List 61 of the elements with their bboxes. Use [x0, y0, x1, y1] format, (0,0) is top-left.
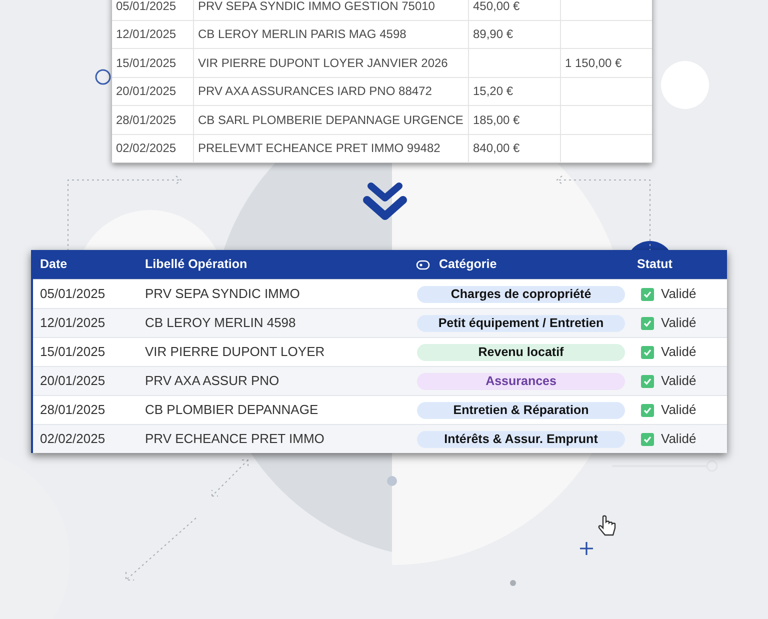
- table-cell: 840,00 €: [468, 134, 560, 162]
- check-icon: [643, 434, 652, 444]
- status-label: Validé: [661, 401, 696, 420]
- table-cell-text: 15/01/2025: [115, 54, 178, 72]
- check-icon: [643, 318, 652, 328]
- table-cell-text: PRV SEPA SYNDIC IMMO: [144, 285, 301, 304]
- category-tag: Intérêts & Assur. Emprunt: [417, 430, 625, 448]
- table-cell-text: CB PLOMBIER DEPANNAGE: [144, 401, 320, 420]
- check-icon: [643, 290, 652, 298]
- table-cell: 1 150,00 €: [560, 49, 652, 76]
- table-cell-text: CB LEROY MERLIN 4598: [144, 314, 297, 332]
- pointer-icon: [597, 515, 617, 537]
- table-cell: CB LEROY MERLIN PARIS MAG 4598: [193, 20, 468, 48]
- column-header: Date: [39, 256, 68, 274]
- table-cell-text: 28/01/2025: [115, 112, 178, 129]
- table-cell-text: 05/01/2025: [39, 285, 106, 304]
- category-tag: Revenu locatif: [417, 344, 625, 360]
- status-label: Validé: [661, 372, 696, 390]
- checkbox[interactable]: [641, 346, 654, 358]
- category-tag: Charges de copropriété: [417, 286, 625, 302]
- table-cell-text: 20/01/2025: [39, 372, 106, 390]
- checkbox[interactable]: [641, 288, 654, 300]
- table-cell-text: 05/01/2025: [115, 0, 178, 15]
- status-label: Validé: [661, 343, 696, 362]
- table-cell-text: 02/02/2025: [115, 140, 178, 158]
- checkbox[interactable]: [641, 374, 654, 388]
- category-tag: Assurances: [417, 372, 625, 390]
- table-cell-text: PRV AXA ASSUR PNO: [144, 372, 280, 390]
- check-icon: [643, 406, 652, 414]
- table-cell: VIR PIERRE DUPONT LOYER JANVIER 2026: [193, 49, 468, 76]
- table-cell-text: 28/01/2025: [39, 401, 106, 420]
- checkbox[interactable]: [641, 316, 654, 330]
- status-label: Validé: [661, 314, 696, 332]
- category-tag: Petit équipement / Entretien: [417, 314, 625, 332]
- status-label: Validé: [661, 430, 696, 448]
- table-cell-text: PRV ECHEANCE PRET IMMO: [144, 430, 326, 448]
- table-cell-text: 02/02/2025: [39, 430, 106, 448]
- check-icon: [643, 376, 652, 386]
- table-cell: PRV AXA ASSURANCES IARD PNO 88472: [193, 78, 468, 105]
- checkbox[interactable]: [641, 432, 654, 446]
- table-cell: CB SARL PLOMBERIE DEPANNAGE URGENCE: [193, 106, 468, 134]
- table-cell: PRELEVMT ECHEANCE PRET IMMO 99482: [193, 134, 468, 162]
- table-cell-text: 12/01/2025: [115, 26, 178, 44]
- plus-icon: [580, 542, 593, 555]
- table-cell: 89,90 €: [468, 20, 560, 48]
- tag-icon: [416, 260, 430, 270]
- table-cell: 185,00 €: [468, 106, 560, 134]
- column-header: Libellé Opération: [144, 256, 248, 274]
- table-cell: 15,20 €: [468, 78, 560, 105]
- table-cell-text: 15/01/2025: [39, 343, 106, 362]
- checkbox[interactable]: [641, 404, 654, 416]
- table-cell-text: VIR PIERRE DUPONT LOYER: [144, 343, 326, 362]
- column-header: Statut: [636, 256, 674, 274]
- table-cell: 450,00 €: [468, 0, 560, 20]
- check-icon: [643, 348, 652, 356]
- column-header: Catégorie: [439, 256, 497, 274]
- table-cell-text: 20/01/2025: [115, 83, 178, 100]
- table-cell-text: 12/01/2025: [39, 314, 106, 332]
- table-cell: PRV SEPA SYNDIC IMMO GESTION 75010: [193, 0, 468, 20]
- status-label: Validé: [661, 285, 696, 304]
- category-tag: Entretien & Réparation: [417, 402, 625, 418]
